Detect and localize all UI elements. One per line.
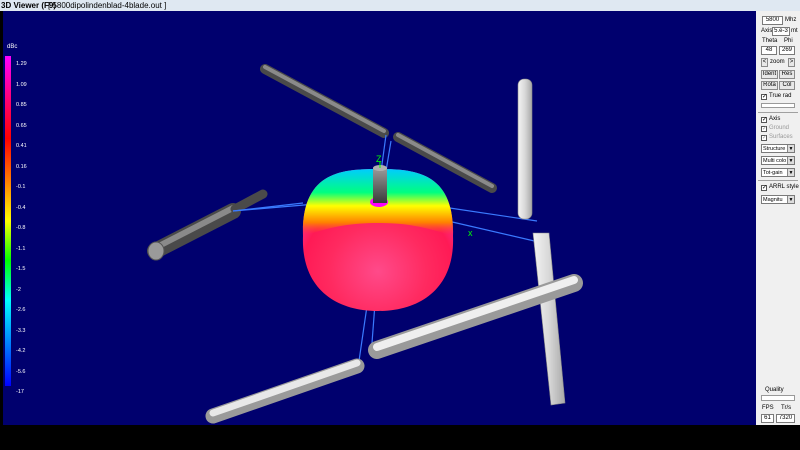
tris-value: 7320	[776, 414, 795, 423]
legend-unit: dBc	[7, 44, 18, 50]
axis-size-unit: mt	[791, 28, 798, 34]
true-rad-checkbox[interactable]: ✓	[761, 94, 767, 100]
arrl-style-checkbox[interactable]: ✓	[761, 185, 767, 191]
legend-tick-label: -2.6	[16, 307, 26, 313]
dipole-rod-top-left	[260, 64, 389, 138]
axis-checkbox[interactable]: ✓	[761, 117, 767, 123]
gain-select-value: Tot-gain	[763, 170, 783, 176]
legend-tick-label: -5.6	[16, 368, 26, 375]
zoom-out-button[interactable]: <	[761, 58, 768, 67]
axis-size-input[interactable]: 5.e-3	[772, 27, 790, 36]
document-tab[interactable]: [ 5800dipolindenblad-4blade.out ]	[48, 0, 166, 11]
surfaces-label: Surfaces	[769, 134, 793, 140]
ground-checkbox[interactable]: ✓	[761, 126, 767, 132]
col-button[interactable]: Col	[779, 81, 795, 90]
magnitude-select[interactable]: Magnitu ▼	[761, 195, 795, 204]
arrl-style-label: ARRL style	[769, 184, 799, 190]
dipole-rod-right-vertical-upper	[517, 78, 533, 220]
color-mode-select-value: Multi colo	[763, 158, 787, 164]
chevron-down-icon: ▼	[787, 157, 794, 164]
legend-tick-label: -0.1	[16, 184, 26, 190]
chevron-down-icon: ▼	[787, 145, 794, 152]
surfaces-checkbox[interactable]: ✓	[761, 135, 767, 141]
legend-tick-label: -3.3	[16, 327, 26, 334]
legend-tick-label: -17	[16, 389, 24, 395]
color-mode-select[interactable]: Multi colo ▼	[761, 156, 795, 165]
frequency-unit: Mhz	[785, 17, 797, 23]
theta-input[interactable]: 48	[761, 46, 777, 55]
rota-button[interactable]: Rota	[761, 81, 778, 90]
3d-viewport[interactable]: Z x dBc 1.29 1.09 0.85 0.65 0.41 0.16 -0.1 -0.4…	[3, 11, 756, 425]
tris-label: Tr/s	[781, 405, 792, 411]
legend-tick-label: 0.16	[16, 163, 27, 170]
fps-label: FPS	[762, 405, 774, 411]
title-bar: 3D Viewer (F9) [ 5800dipolindenblad-4bla…	[0, 0, 800, 11]
phi-label: Phi	[784, 38, 793, 44]
axis-check-label: Axis	[769, 116, 781, 122]
chevron-down-icon: ▼	[787, 169, 794, 176]
res-button[interactable]: Res	[779, 70, 795, 79]
legend-tick-label: -2	[16, 286, 21, 293]
scene-svg[interactable]: Z x	[3, 11, 756, 425]
legend-colorbar	[5, 56, 11, 386]
x-axis-label: x	[468, 228, 473, 238]
structure-select-value: Structure	[763, 146, 786, 152]
true-rad-slider[interactable]	[761, 103, 795, 108]
dipole-rod-left	[147, 189, 268, 261]
ident-button[interactable]: Ident	[761, 70, 778, 79]
zoom-in-button[interactable]: >	[788, 58, 795, 67]
legend-tick-label: -4.2	[16, 348, 26, 354]
legend-tick-label: 0.65	[16, 122, 27, 129]
legend-tick-label: -1.5	[16, 266, 26, 272]
chevron-down-icon: ▼	[787, 196, 794, 203]
quality-slider[interactable]	[761, 395, 795, 401]
frequency-input[interactable]: 5800	[762, 16, 783, 25]
z-axis-label: Z	[376, 154, 382, 164]
theta-label: Theta	[762, 38, 778, 44]
legend-tick-label: -1.1	[16, 245, 26, 252]
true-rad-label: True rad	[769, 93, 792, 99]
ground-label: Ground	[769, 125, 790, 131]
dipole-rod-bottom-left	[205, 358, 365, 424]
separator	[758, 112, 798, 113]
legend-tick-label: -0.8	[16, 225, 26, 231]
dipole-rod-right-vertical-lower	[532, 232, 566, 406]
phi-input[interactable]: 269	[779, 46, 795, 55]
quality-label: Quality	[765, 387, 784, 393]
structure-select[interactable]: Structure ▼	[761, 144, 795, 153]
center-mast	[373, 165, 387, 203]
legend-tick-label: 0.85	[16, 102, 27, 108]
legend-tick-label: -0.4	[16, 204, 26, 211]
legend-tick-label: 1.09	[16, 81, 27, 88]
bottom-bar	[0, 425, 800, 450]
zoom-label: zoom	[770, 59, 785, 65]
separator	[758, 180, 798, 181]
magnitude-select-value: Magnitu	[763, 197, 783, 203]
legend-tick-label: 0.41	[16, 143, 27, 149]
gain-select[interactable]: Tot-gain ▼	[761, 168, 795, 177]
control-panel: 5800 Mhz Axis 5.e-3 mt Theta Phi 48 269 …	[756, 11, 800, 425]
legend-tick-label: 1.29	[16, 61, 27, 67]
axis-size-label: Axis	[761, 28, 773, 34]
fps-value: 61	[761, 414, 774, 423]
